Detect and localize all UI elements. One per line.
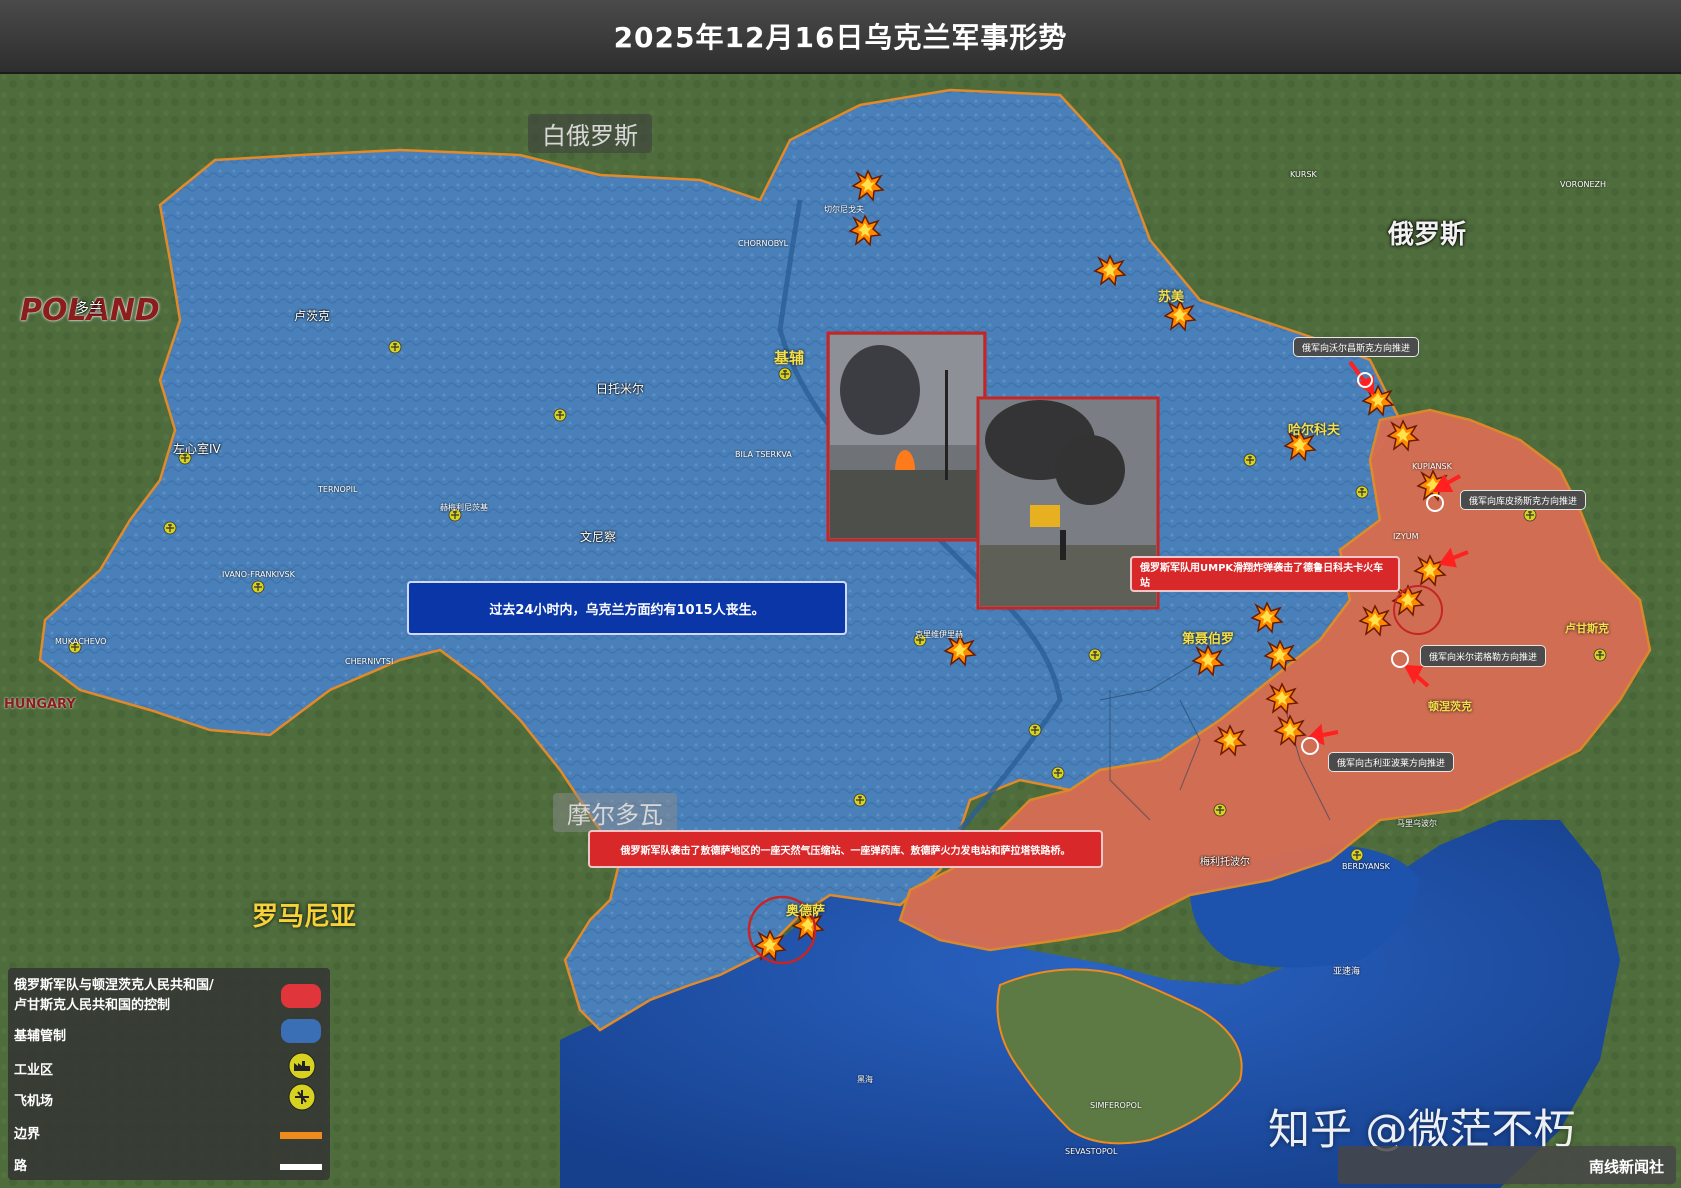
label-ivano-frankivsk: IVANO-FRANKIVSK [222,570,295,579]
label-bila-tserkva: BILA TSERKVA [735,450,792,459]
label-russia: 俄罗斯 [1388,220,1467,250]
airport-icon [288,1083,316,1111]
label-belarus: 白俄罗斯 [528,114,652,153]
callout-huliaipole: 俄军向古利亚波莱方向推进 [1328,752,1455,772]
label-romania: 罗马尼亚 [252,902,357,932]
label-sevastopol: SEVASTOPOL [1065,1147,1118,1156]
legend-swatch-border [280,1132,322,1139]
label-izyum: IZYUM [1393,532,1419,541]
casualty-banner: 过去24小时内，乌克兰方面约有1015人丧生。 [407,581,847,635]
label-black-sea: 黑海 [857,1075,873,1084]
label-lutsk: 卢茨克 [294,309,331,323]
label-lviv: 左心室IV [173,442,221,456]
label-chornobyl: CHORNOBYL [738,239,789,248]
callout-volchansk: 俄军向沃尔昌斯克方向推进 [1293,337,1420,357]
rail-strike-banner: 俄罗斯军队用UMPK滑翔炸弹袭击了德鲁日科夫卡火车站 [1130,556,1400,592]
label-ternopil: TERNOPIL [318,485,358,494]
legend-swatch-russian-control [281,984,321,1008]
label-zhytomyr: 日托米尔 [596,382,645,396]
legend-label-russian-control: 俄罗斯军队与顿涅茨克人民共和国/ 卢甘斯克人民共和国的控制 [14,978,214,1013]
label-melitopol: 梅利托波尔 [1200,857,1250,868]
label-simferopol: SIMFEROPOL [1090,1101,1142,1110]
label-voronezh: VORONEZH [1560,180,1607,189]
legend-label-kyiv-control: 基辅管制 [14,1029,67,1044]
legend-label-road: 路 [14,1159,28,1174]
label-dnipro: 第聂伯罗 [1182,632,1235,647]
label-odesa: 奥德萨 [786,904,826,919]
odesa-strike-banner: 俄罗斯军队袭击了敖德萨地区的一座天然气压缩站、一座弹药库、敖德萨火力发电站和萨拉… [588,830,1103,868]
label-mariupol: 马里乌波尔 [1397,819,1437,828]
label-chernihiv: 切尔尼戈夫 [824,205,864,214]
label-mukachevo: MUKACHEVO [55,637,107,646]
label-donetsk: 顿涅茨克 [1428,700,1472,713]
legend-label-airport: 飞机场 [14,1094,54,1109]
legend-swatch-road [280,1164,322,1170]
callout-siversk: 俄军向米尔诺格勒方向推进 [1420,645,1547,667]
label-kursk: KURSK [1290,170,1317,179]
page-title: 2025年12月16日乌克兰军事形势 [613,21,1068,54]
source-box: 南线新闻社 [1338,1146,1676,1184]
legend-label-border: 边界 [14,1127,41,1142]
label-sumy: 苏美 [1158,290,1185,305]
label-moldova: 摩尔多瓦 [553,793,677,832]
label-vinnytsia: 文尼察 [580,530,617,544]
label-kyiv: 基辅 [774,349,805,367]
source-label: 南线新闻社 [1588,1158,1664,1176]
label-poland: 多兰 [75,301,103,317]
strike-photo-1 [826,331,987,542]
callout-kupiansk: 俄军向库皮扬斯克方向推进 [1460,490,1587,510]
legend-swatch-kyiv-control [281,1019,321,1043]
label-luhansk: 卢甘斯克 [1565,622,1609,635]
label-hungary-logo: HUNGARY [4,697,76,712]
label-chernivtsi: CHERNIVTSI [345,657,394,666]
legend: 俄罗斯军队与顿涅茨克人民共和国/ 卢甘斯克人民共和国的控制 基辅管制 工业区 飞… [8,968,330,1180]
label-kryvyi-rih: 克里维伊里赫 [915,630,963,639]
label-khmelnytskyi: 赫梅利尼茨基 [440,503,488,512]
label-kupiansk: KUPIANSK [1412,462,1452,471]
industrial-icon [288,1052,316,1080]
legend-label-industrial: 工业区 [14,1063,54,1078]
map-stage: 2025年12月16日乌克兰军事形势 白俄罗斯 俄罗斯 POLAND 多兰 HU… [0,0,1681,1188]
title-bar: 2025年12月16日乌克兰军事形势 [0,0,1681,74]
label-kharkiv: 哈尔科夫 [1288,423,1341,438]
label-azov: 亚速海 [1333,967,1361,977]
label-berdyansk: BERDYANSK [1342,862,1390,871]
